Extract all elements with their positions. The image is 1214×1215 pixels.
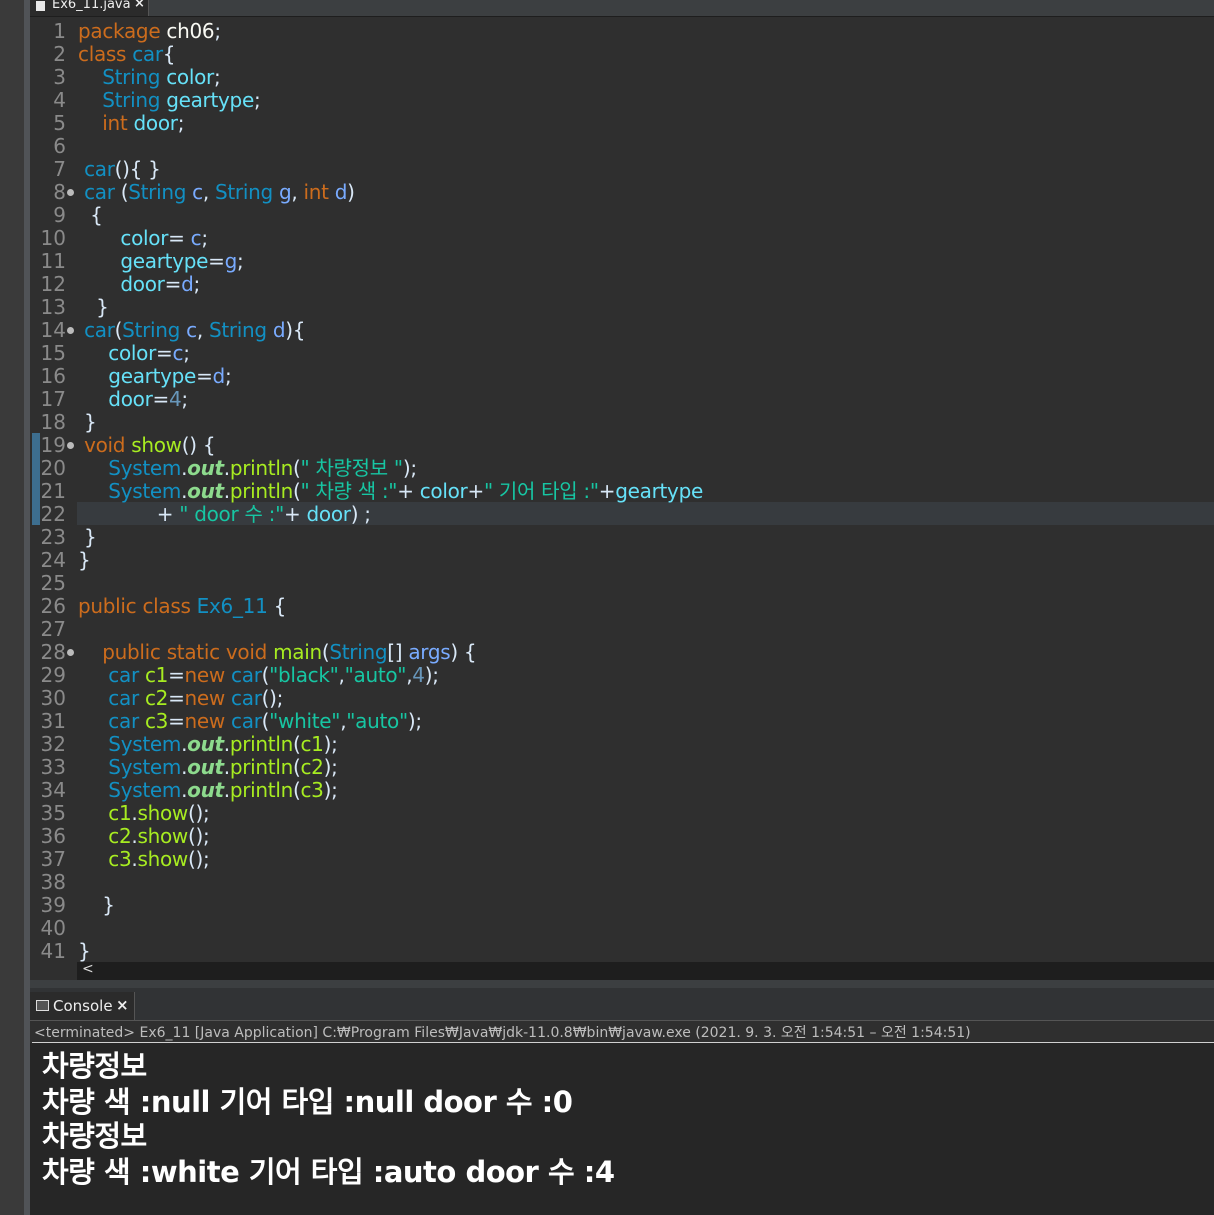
java-file-icon bbox=[36, 1, 45, 11]
code-line[interactable]: System.out.println(c1); bbox=[78, 733, 338, 756]
line-number: 12 bbox=[40, 272, 66, 296]
code-line[interactable]: c3.show(); bbox=[78, 848, 209, 871]
code-line[interactable]: car (String c, String g, int d) bbox=[78, 181, 355, 204]
line-number: 3 bbox=[53, 65, 66, 89]
code-line[interactable]: System.out.println(" 차량정보 "); bbox=[78, 457, 417, 480]
line-number: 19 bbox=[40, 433, 66, 457]
line-number: 11 bbox=[40, 249, 66, 273]
line-number: 23 bbox=[40, 525, 66, 549]
editor-tab-bar: Ex6_11.java × bbox=[30, 0, 1214, 17]
code-line[interactable]: } bbox=[78, 411, 97, 434]
code-line[interactable]: color= c; bbox=[78, 227, 208, 250]
line-number: 38 bbox=[40, 870, 66, 894]
code-line[interactable]: void show() { bbox=[78, 434, 215, 457]
line-number: 17 bbox=[40, 387, 66, 411]
line-number: 41 bbox=[40, 939, 66, 963]
close-icon[interactable]: × bbox=[134, 0, 145, 10]
tab-label: Ex6_11.java bbox=[52, 0, 131, 12]
code-line[interactable]: package ch06; bbox=[78, 20, 221, 43]
tab-ex6-11-java[interactable]: Ex6_11.java × bbox=[30, 0, 149, 16]
console-output-line: 차량 색 :white 기어 타입 :auto door 수 :4 bbox=[42, 1155, 615, 1189]
scroll-left-icon[interactable]: < bbox=[82, 961, 94, 977]
console-tab-label: Console bbox=[53, 997, 113, 1015]
console-status: <terminated> Ex6_11 [Java Application] C… bbox=[34, 1025, 971, 1041]
line-number: 8 bbox=[53, 180, 66, 204]
code-line[interactable]: car c1=new car("black","auto",4); bbox=[78, 664, 439, 687]
code-line[interactable]: int door; bbox=[78, 112, 184, 135]
line-number: 27 bbox=[40, 617, 66, 641]
line-number: 21 bbox=[40, 479, 66, 503]
fold-toggle-icon[interactable] bbox=[67, 442, 74, 449]
line-number: 30 bbox=[40, 686, 66, 710]
line-number: 34 bbox=[40, 778, 66, 802]
code-line[interactable]: String geartype; bbox=[78, 89, 260, 112]
code-line[interactable]: System.out.println(c3); bbox=[78, 779, 338, 802]
code-editor[interactable]: < 1 package ch06; 2 class car{ 3 String colo… bbox=[30, 17, 1214, 980]
code-line[interactable]: color=c; bbox=[78, 342, 190, 365]
line-number: 5 bbox=[53, 111, 66, 135]
line-number: 22 bbox=[40, 502, 66, 526]
code-line[interactable]: String color; bbox=[78, 66, 220, 89]
code-line[interactable]: } bbox=[78, 526, 97, 549]
line-number: 33 bbox=[40, 755, 66, 779]
line-number: 37 bbox=[40, 847, 66, 871]
line-number: 7 bbox=[53, 157, 66, 181]
line-number: 9 bbox=[53, 203, 66, 227]
code-line[interactable]: } bbox=[78, 549, 91, 572]
console-icon bbox=[36, 1000, 49, 1011]
line-number: 13 bbox=[40, 295, 66, 319]
code-line[interactable]: car(String c, String d){ bbox=[78, 319, 305, 342]
line-number: 31 bbox=[40, 709, 66, 733]
close-icon[interactable]: × bbox=[116, 996, 129, 1014]
code-line[interactable]: door=4; bbox=[78, 388, 188, 411]
code-line[interactable]: c1.show(); bbox=[78, 802, 209, 825]
line-number: 32 bbox=[40, 732, 66, 756]
line-number: 29 bbox=[40, 663, 66, 687]
line-number: 16 bbox=[40, 364, 66, 388]
line-number: 18 bbox=[40, 410, 66, 434]
fold-toggle-icon[interactable] bbox=[67, 649, 74, 656]
code-line[interactable]: } bbox=[78, 894, 115, 917]
line-number: 25 bbox=[40, 571, 66, 595]
code-line[interactable]: System.out.println(c2); bbox=[78, 756, 338, 779]
fold-toggle-icon[interactable] bbox=[67, 327, 74, 334]
horizontal-scrollbar[interactable]: < bbox=[77, 961, 1214, 980]
tab-console[interactable]: Console × bbox=[30, 992, 135, 1020]
line-number: 20 bbox=[40, 456, 66, 480]
line-number: 10 bbox=[40, 226, 66, 250]
line-number: 36 bbox=[40, 824, 66, 848]
code-line[interactable]: + " door 수 :"+ door) ; bbox=[78, 503, 371, 526]
code-line[interactable]: car(){ } bbox=[78, 158, 161, 181]
code-line[interactable]: public class Ex6_11 { bbox=[78, 595, 286, 618]
code-line[interactable]: geartype=d; bbox=[78, 365, 231, 388]
line-number: 35 bbox=[40, 801, 66, 825]
code-line[interactable]: car c3=new car("white","auto"); bbox=[78, 710, 422, 733]
code-line[interactable]: { bbox=[78, 204, 103, 227]
line-number: 14 bbox=[40, 318, 66, 342]
line-number: 6 bbox=[53, 134, 66, 158]
code-line[interactable]: class car{ bbox=[78, 43, 176, 66]
panel-divider[interactable] bbox=[30, 980, 1214, 988]
code-line[interactable]: car c2=new car(); bbox=[78, 687, 283, 710]
line-number: 2 bbox=[53, 42, 66, 66]
fold-toggle-icon[interactable] bbox=[67, 189, 74, 196]
code-line[interactable]: System.out.println(" 차량 색 :"+ color+" 기어… bbox=[78, 480, 703, 503]
left-panel bbox=[0, 0, 24, 1215]
line-number: 1 bbox=[53, 19, 66, 43]
line-number: 4 bbox=[53, 88, 66, 112]
line-number: 26 bbox=[40, 594, 66, 618]
code-line[interactable]: public static void main(String[] args) { bbox=[78, 641, 476, 664]
line-number: 39 bbox=[40, 893, 66, 917]
code-line[interactable]: } bbox=[78, 940, 91, 963]
console-output[interactable]: 차량정보 차량 색 :null 기어 타입 :null door 수 :0 차량정보… bbox=[30, 1043, 1214, 1215]
line-number: 28 bbox=[40, 640, 66, 664]
code-line[interactable]: door=d; bbox=[78, 273, 200, 296]
code-line[interactable]: } bbox=[78, 296, 109, 319]
line-number: 40 bbox=[40, 916, 66, 940]
line-number: 24 bbox=[40, 548, 66, 572]
console-tab-bar: Console × bbox=[30, 988, 1214, 1021]
line-number: 15 bbox=[40, 341, 66, 365]
code-line[interactable]: geartype=g; bbox=[78, 250, 243, 273]
code-line[interactable]: c2.show(); bbox=[78, 825, 209, 848]
